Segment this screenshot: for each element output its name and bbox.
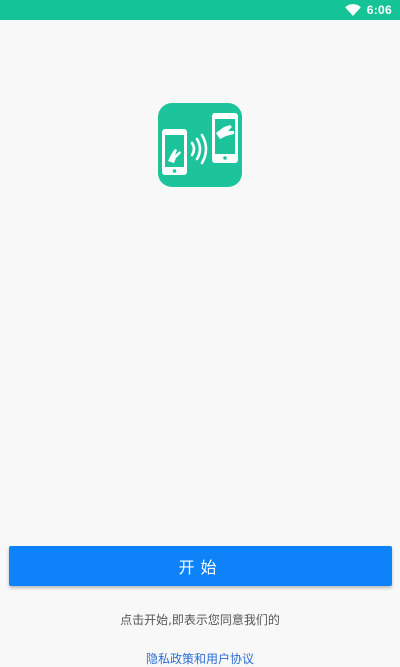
- status-time: 6:06: [366, 3, 392, 17]
- status-bar: 6:06: [0, 0, 400, 20]
- privacy-policy-link[interactable]: 隐私政策和用户协议: [0, 650, 400, 667]
- wifi-icon: [344, 4, 361, 16]
- consent-text: 点击开始,即表示您同意我们的: [120, 613, 280, 627]
- phone-transfer-logo-icon: [158, 103, 242, 187]
- start-button[interactable]: 开始: [9, 546, 392, 586]
